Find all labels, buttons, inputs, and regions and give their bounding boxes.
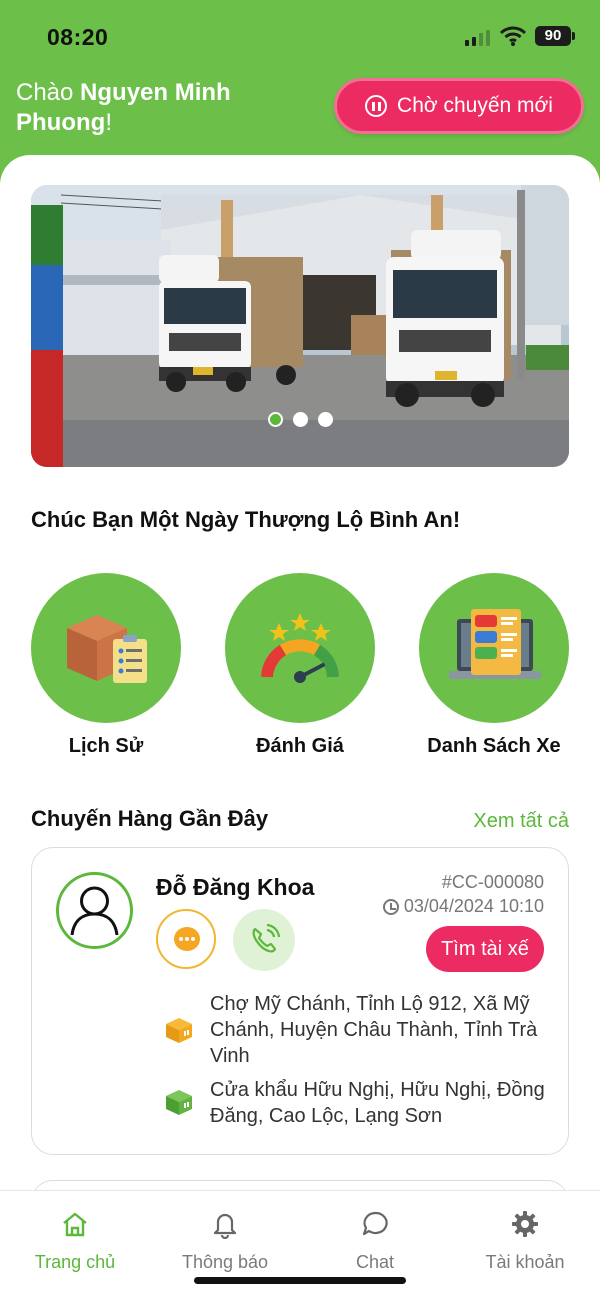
chat-driver-button[interactable] <box>156 909 216 969</box>
avatar <box>56 872 133 949</box>
battery-cap <box>572 32 575 40</box>
pickup-address: Chợ Mỹ Chánh, Tỉnh Lộ 912, Xã Mỹ Chánh, … <box>210 993 538 1067</box>
chat-icon <box>362 1211 388 1236</box>
status-time: 08:20 <box>47 24 109 50</box>
home-indicator <box>194 1277 406 1284</box>
call-driver-button[interactable] <box>233 909 295 971</box>
wait-button-label: Chờ chuyến mới <box>397 94 553 117</box>
bell-icon <box>213 1213 237 1240</box>
order-datetime: 03/04/2024 10:10 <box>382 896 544 917</box>
feature-history[interactable]: Lịch Sử <box>31 573 181 758</box>
trip-card[interactable]: Đỗ Đăng Khoa #CC-000080 03/04/2024 10:10… <box>31 847 569 1155</box>
feature-rating-circle[interactable] <box>225 573 375 723</box>
tab-notifications[interactable]: Thông báo <box>150 1209 300 1273</box>
tab-chat[interactable]: Chat <box>300 1209 450 1273</box>
tab-notifications-label: Thông báo <box>181 1252 269 1272</box>
feature-vehicle-list-circle[interactable] <box>419 573 569 723</box>
vehicle-list-icon <box>449 609 541 679</box>
tab-chat-label: Chat <box>355 1252 395 1272</box>
header: 08:20 90 Chào Nguyen Minh Phuong! Chờ ch… <box>0 0 600 175</box>
dropoff-box-icon <box>166 1090 192 1115</box>
clock-icon <box>382 898 399 915</box>
feature-history-label: Lịch Sử <box>68 735 144 757</box>
pickup-box-icon <box>166 1018 192 1043</box>
feature-vehicle-list[interactable]: Danh Sách Xe <box>419 573 569 758</box>
rating-gauge-icon <box>261 613 339 683</box>
user-icon <box>70 886 119 936</box>
battery-indicator: 90 <box>535 26 571 46</box>
greeting-prefix: Chào <box>16 79 81 106</box>
chat-bubble-icon <box>174 927 200 951</box>
box-checklist-icon <box>67 615 147 683</box>
dropoff-address: Cửa khẩu Hữu Nghị, Hữu Nghị, Đồng Đăng, … <box>210 1079 545 1127</box>
find-driver-button[interactable]: Tìm tài xế <box>426 926 544 972</box>
banner-carousel[interactable] <box>31 185 569 467</box>
carousel-dots <box>268 412 333 427</box>
tab-home-label: Trang chủ <box>34 1252 116 1272</box>
driver-name: Đỗ Đăng Khoa <box>156 874 315 900</box>
status-bar: 08:20 90 <box>0 22 600 56</box>
tab-home[interactable]: Trang chủ <box>0 1209 150 1273</box>
feature-rating[interactable]: Đánh Giá <box>225 573 375 758</box>
recent-trips-title: Chuyến Hàng Gần Đây <box>31 806 269 831</box>
wait-new-trip-button[interactable]: Chờ chuyến mới <box>334 78 584 134</box>
order-code: #CC-000080 <box>441 872 544 892</box>
gear-icon <box>512 1211 538 1237</box>
carousel-dot-1[interactable] <box>268 412 283 427</box>
tab-account-label: Tài khoản <box>485 1252 565 1272</box>
wifi-icon <box>500 26 526 46</box>
greeting: Chào Nguyen Minh Phuong! <box>16 78 316 138</box>
feature-rating-label: Đánh Giá <box>256 735 344 757</box>
carousel-dot-3[interactable] <box>318 412 333 427</box>
main-content: Chúc Bạn Một Ngày Thượng Lộ Bình An! Lịc… <box>0 155 600 1299</box>
feature-history-circle[interactable] <box>31 573 181 723</box>
tab-account[interactable]: Tài khoản <box>450 1209 600 1273</box>
wish-text: Chúc Bạn Một Ngày Thượng Lộ Bình An! <box>31 507 461 532</box>
greeting-suffix: ! <box>105 109 112 136</box>
phone-icon <box>252 923 281 953</box>
pause-icon <box>365 95 388 117</box>
see-all-link[interactable]: Xem tất cả <box>473 810 569 833</box>
home-icon <box>63 1212 87 1237</box>
feature-vehicle-list-label: Danh Sách Xe <box>427 735 561 757</box>
cellular-signal-icon <box>465 30 490 46</box>
carousel-dot-2[interactable] <box>293 412 308 427</box>
order-datetime-text: 03/04/2024 10:10 <box>403 896 544 916</box>
